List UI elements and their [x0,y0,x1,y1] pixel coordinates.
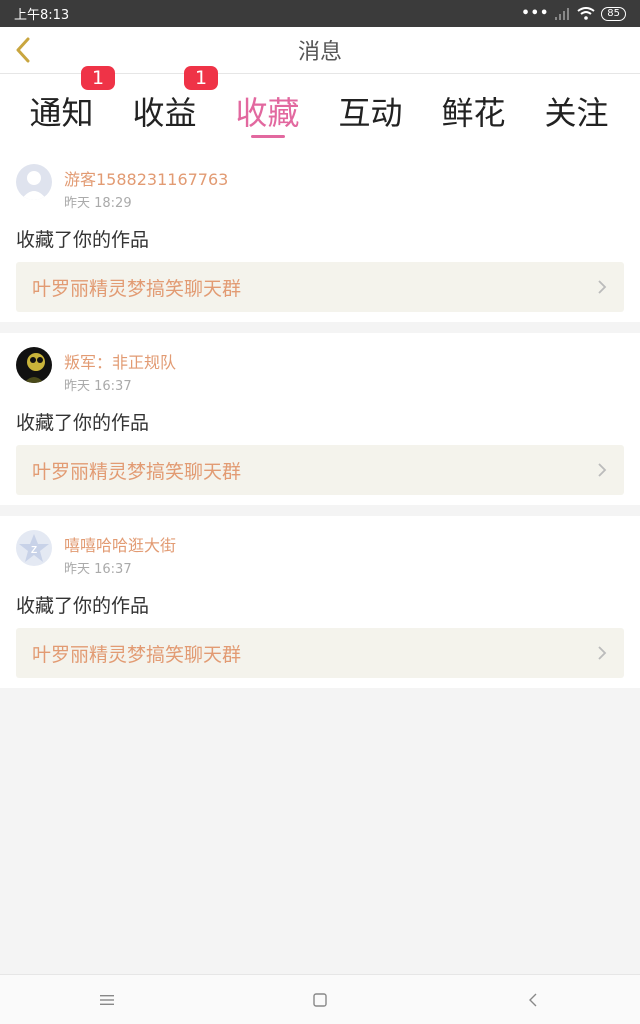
back-button[interactable] [8,35,38,65]
signal-icon [555,7,570,20]
avatar[interactable] [16,164,52,200]
system-back-button[interactable] [513,980,553,1020]
more-dots-icon: ••• [521,6,550,21]
message-card: 游客1588231167763 昨天 18:29 收藏了你的作品 叶罗丽精灵梦搞… [0,150,640,322]
username[interactable]: 叛军：非正规队 [64,349,176,373]
page-title: 消息 [297,40,342,65]
avatar[interactable] [16,347,52,383]
work-link[interactable]: 叶罗丽精灵梦搞笑聊天群 [16,445,624,495]
avatar[interactable]: Z [16,530,52,566]
username[interactable]: 游客1588231167763 [64,166,228,190]
tab-earnings[interactable]: 收益 1 [113,66,218,150]
work-title: 叶罗丽精灵梦搞笑聊天群 [32,277,242,300]
message-card: Z 嘻嘻哈哈逛大街 昨天 16:37 收藏了你的作品 叶罗丽精灵梦搞笑聊天群 [0,516,640,688]
tab-badge: 1 [81,66,115,90]
user-avatar-icon [16,347,52,383]
tab-favorites[interactable]: 收藏 [216,74,319,150]
tab-flowers[interactable]: 鲜花 [422,74,525,150]
chevron-left-icon [529,993,537,1006]
chevron-right-icon [598,463,607,477]
tab-bar: 通知 1 收益 1 收藏 互动 鲜花 关注 [0,66,640,150]
active-tab-indicator [251,135,285,138]
status-time: 上午8:13 [14,8,70,23]
tab-label: 收益 [132,94,197,132]
work-title: 叶罗丽精灵梦搞笑聊天群 [32,643,242,666]
star-avatar-icon: Z [16,530,52,566]
chevron-right-icon [598,646,607,660]
action-text: 收藏了你的作品 [16,229,150,251]
menu-icon [99,994,114,1005]
svg-text:Z: Z [31,545,37,556]
default-user-avatar-icon [16,164,52,200]
work-title: 叶罗丽精灵梦搞笑聊天群 [32,460,242,483]
tab-label: 收藏 [235,94,300,132]
timestamp: 昨天 16:37 [64,379,132,394]
action-text: 收藏了你的作品 [16,595,150,617]
home-button[interactable] [300,980,340,1020]
chevron-left-icon [16,37,30,63]
tab-notifications[interactable]: 通知 1 [10,66,115,150]
message-card: 叛军：非正规队 昨天 16:37 收藏了你的作品 叶罗丽精灵梦搞笑聊天群 [0,333,640,505]
tab-label: 互动 [338,94,403,132]
username[interactable]: 嘻嘻哈哈逛大街 [64,532,176,556]
tab-label: 通知 [29,94,94,132]
work-link[interactable]: 叶罗丽精灵梦搞笑聊天群 [16,262,624,312]
tab-badge: 1 [184,66,218,90]
tab-label: 鲜花 [441,94,506,132]
action-text: 收藏了你的作品 [16,412,150,434]
tab-interactions[interactable]: 互动 [319,74,422,150]
system-nav-bar [0,974,640,1024]
chevron-right-icon [598,280,607,294]
tab-label: 关注 [544,94,609,132]
screen: 上午8:13 ••• 85 消息 通知 1 收益 1 收藏 互动 鲜花 关注 游… [0,0,640,1024]
status-bar: 上午8:13 ••• 85 [0,0,640,27]
battery-icon: 85 [601,6,626,21]
status-icons: ••• 85 [521,6,626,21]
timestamp: 昨天 16:37 [64,562,132,577]
timestamp: 昨天 18:29 [64,196,132,211]
work-link[interactable]: 叶罗丽精灵梦搞笑聊天群 [16,628,624,678]
home-square-icon [313,992,327,1007]
wifi-icon [577,7,595,20]
menu-button[interactable] [87,980,127,1020]
tab-follows[interactable]: 关注 [525,74,628,150]
